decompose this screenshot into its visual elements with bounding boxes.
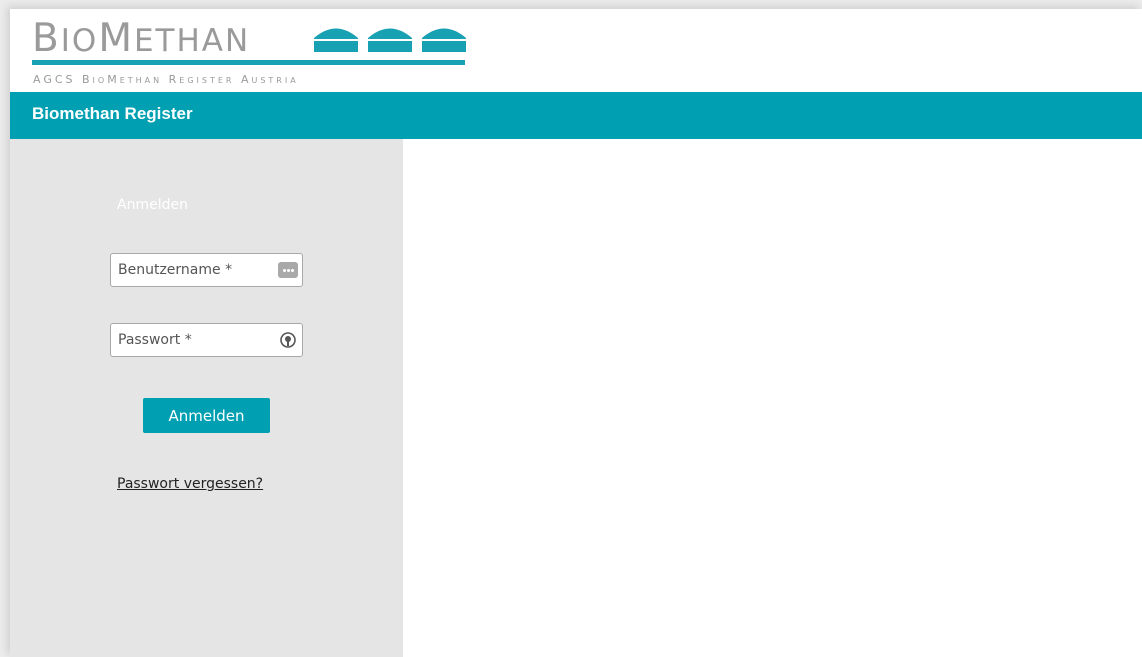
password-manager-dots-icon[interactable] — [278, 262, 298, 278]
logo-subtitle: AGCS BioMethan Register Austria — [33, 73, 299, 86]
key-icon[interactable] — [279, 331, 297, 349]
site-header: BIOMETHAN AGCS BioMethan Register Austri… — [10, 9, 1142, 92]
logo-letters: IO — [60, 23, 99, 59]
logo-domes-icon — [312, 28, 467, 52]
logo-wordmark: BIOMETHAN — [32, 19, 250, 61]
page: BIOMETHAN AGCS BioMethan Register Austri… — [10, 9, 1142, 657]
login-button[interactable]: Anmelden — [143, 398, 270, 433]
logo-letter: B — [32, 16, 61, 61]
login-sidebar: Anmelden Anmelden Passwort vergessen? — [10, 139, 403, 657]
logo-letters: ETHAN — [133, 23, 251, 59]
main-content — [403, 139, 1142, 657]
username-input[interactable] — [111, 254, 268, 286]
logo-letter: M — [98, 16, 134, 61]
forgot-password-link[interactable]: Passwort vergessen? — [117, 476, 263, 492]
title-bar: Biomethan Register — [10, 92, 1142, 139]
app-title: Biomethan Register — [32, 104, 193, 123]
logo-underline — [32, 60, 465, 65]
username-field[interactable] — [110, 253, 303, 287]
password-field[interactable] — [110, 323, 303, 357]
login-heading: Anmelden — [117, 197, 188, 213]
password-input[interactable] — [111, 324, 268, 356]
